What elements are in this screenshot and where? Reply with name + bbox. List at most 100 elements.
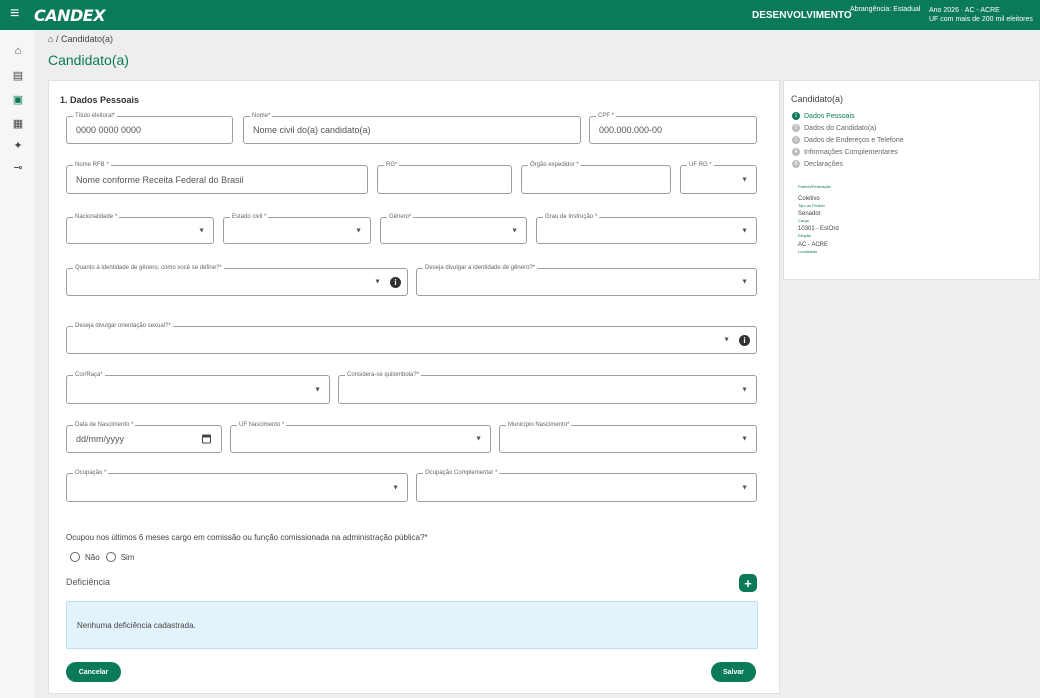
step-label: Informações Complementares xyxy=(804,148,898,156)
chevron-down-icon: ▼ xyxy=(741,227,748,234)
coletivo-value: Coletivo xyxy=(798,196,820,202)
printer-icon[interactable]: ▦ xyxy=(11,116,25,130)
ocupacao-complementar-select[interactable]: Ocupação Complementar * ▼ xyxy=(416,469,757,502)
ocupacao-select[interactable]: Ocupação * ▼ xyxy=(66,469,408,502)
municipio-nascimento-select[interactable]: Município Nascimento* ▼ xyxy=(499,421,757,453)
orientacao-sexual-select[interactable]: Deseja divulgar orientação sexual?* ▼ i xyxy=(66,322,757,354)
field-label: Considera-se quilombola?* xyxy=(345,371,422,379)
field-label: RG* xyxy=(384,161,400,169)
quilombola-select[interactable]: Considera-se quilombola?* ▼ xyxy=(338,371,757,404)
data-nascimento-field[interactable]: Data de Nascimento * dd/mm/yyyy xyxy=(66,421,222,453)
radio-sim[interactable] xyxy=(105,552,116,562)
estado-civil-select[interactable]: Estado civil * ▼ xyxy=(223,213,371,244)
deficiency-title: Deficiência xyxy=(66,577,111,587)
uf-rg-select[interactable]: UF RG * ▼ xyxy=(680,161,757,194)
rg-field[interactable]: RG* xyxy=(377,161,512,194)
calendar-icon[interactable] xyxy=(202,434,211,444)
field-label: Município Nascimento* xyxy=(506,421,572,429)
orgao-expedidor-field[interactable]: Órgão expedidor * xyxy=(521,161,671,194)
menu-icon[interactable]: ≡ xyxy=(10,6,19,22)
step-dados-candidato[interactable]: 2 Dados do Candidato(a) xyxy=(792,124,876,132)
chevron-down-icon: ▼ xyxy=(314,386,321,393)
page-title: Candidato(a) xyxy=(48,52,129,68)
add-deficiency-button[interactable]: + xyxy=(739,574,757,592)
key-icon[interactable]: ⊸ xyxy=(11,160,25,174)
step-enderecos-telefone[interactable]: 3 Dados de Endereços e Telefone xyxy=(792,136,904,144)
grau-instrucao-select[interactable]: Grau de Instrução * ▼ xyxy=(536,213,757,244)
breadcrumb-home-icon[interactable]: ⌂ xyxy=(48,34,53,44)
settings-group-icon[interactable]: ✦ xyxy=(11,138,25,152)
step-number: 2 xyxy=(792,124,800,132)
document-icon[interactable]: ▤ xyxy=(11,68,25,82)
chevron-down-icon: ▼ xyxy=(392,484,399,491)
nome-rfb-field[interactable]: Nome RFB * Nome conforme Receita Federal… xyxy=(66,161,368,194)
info-icon[interactable]: i xyxy=(390,277,401,288)
eleicao-label: Eleição xyxy=(798,233,812,238)
field-label: UF RG * xyxy=(687,161,714,169)
field-value: dd/mm/yyyy xyxy=(76,434,125,444)
field-label: Órgão expedidor * xyxy=(528,161,581,169)
field-value: Nome conforme Receita Federal do Brasil xyxy=(76,174,244,185)
identidade-genero-select[interactable]: Quanto à identidade de gênero, como você… xyxy=(66,264,408,296)
breadcrumb-separator: / xyxy=(55,34,59,44)
field-value: 000.000.000-00 xyxy=(599,125,663,135)
field-value: 0000 0000 0000 xyxy=(76,125,142,135)
cpf-field[interactable]: CPF * 000.000.000-00 xyxy=(589,112,757,144)
step-number: 5 xyxy=(792,160,800,168)
step-label: Dados de Endereços e Telefone xyxy=(804,136,904,144)
field-label: Deseja divulgar orientação sexual?* xyxy=(73,322,173,330)
field-label: Estado civil * xyxy=(230,213,269,221)
chevron-down-icon: ▼ xyxy=(511,227,518,234)
scope-label: Abrangência: Estadual xyxy=(850,6,921,13)
nacionalidade-select[interactable]: Nacionalidade * ▼ xyxy=(66,213,214,244)
breadcrumb: ⌂ / Candidato(a) xyxy=(48,34,113,44)
step-label: Dados do Candidato(a) xyxy=(804,124,877,132)
divulgar-genero-select[interactable]: Deseja divulgar a identidade de gênero?*… xyxy=(416,264,757,296)
localidade-value: AC - ACRE xyxy=(798,242,829,248)
info-icon[interactable]: i xyxy=(739,335,750,346)
radio-nao-label[interactable]: Não xyxy=(85,553,100,562)
cor-raca-select[interactable]: Cor/Raça* ▼ xyxy=(66,371,330,404)
nome-field[interactable]: Nome* Nome civil do(a) candidato(a) xyxy=(243,112,581,144)
field-label: Grau de Instrução * xyxy=(543,213,600,221)
environment-label: DESENVOLVIMENTO xyxy=(752,10,852,21)
localidade-label: Localidade xyxy=(798,249,818,254)
titulo-eleitoral-field[interactable]: Título eleitoral* 0000 0000 0000 xyxy=(66,112,233,144)
chevron-down-icon: ▼ xyxy=(741,176,748,183)
field-label: CPF * xyxy=(596,112,617,120)
radio-sim-label[interactable]: Sim xyxy=(121,553,135,562)
briefcase-icon[interactable]: ▣ xyxy=(11,92,25,106)
step-label: Declarações xyxy=(804,160,843,168)
summary-card xyxy=(783,80,1040,280)
deficiency-empty-text: Nenhuma deficiência cadastrada. xyxy=(77,621,196,630)
chevron-down-icon: ▼ xyxy=(741,278,748,286)
field-label: Nome* xyxy=(250,112,273,120)
field-label: Quanto à identidade de gênero, como você… xyxy=(73,264,224,272)
chevron-down-icon: ▼ xyxy=(355,227,362,234)
cargo-comissao-question: Ocupou nos últimos 6 meses cargo em comi… xyxy=(66,533,428,542)
field-label: UF Nascimento * xyxy=(237,421,287,429)
tipo-pedido-label: Tipo do Pedido xyxy=(798,203,825,208)
chevron-down-icon: ▼ xyxy=(723,336,730,344)
save-button[interactable]: Salvar xyxy=(711,662,756,682)
chevron-down-icon: ▼ xyxy=(475,435,482,443)
field-label: Data de Nascimento * xyxy=(73,421,136,429)
section-title: 1. Dados Pessoais xyxy=(60,95,140,105)
step-number: 3 xyxy=(792,136,800,144)
field-label: Nacionalidade * xyxy=(73,213,120,221)
home-icon[interactable]: ⌂ xyxy=(11,44,25,58)
field-value: Nome civil do(a) candidato(a) xyxy=(253,125,371,135)
election-year: Ano 2026 · AC - ACRE xyxy=(929,7,1000,14)
cargo-comissao-radio-group: Não Sim xyxy=(70,552,140,562)
chevron-down-icon: ▼ xyxy=(374,278,381,286)
step-declaracoes[interactable]: 5 Declarações xyxy=(792,160,843,168)
step-informacoes-complementares[interactable]: 4 Informações Complementares xyxy=(792,148,898,156)
field-label: Ocupação * xyxy=(73,469,109,477)
cargo-label: Cargo xyxy=(798,218,809,223)
genero-select[interactable]: Gênero* ▼ xyxy=(380,213,527,244)
cancel-button[interactable]: Cancelar xyxy=(66,662,121,682)
step-dados-pessoais[interactable]: 1 Dados Pessoais xyxy=(792,112,855,120)
partido-label: Partido/Federação xyxy=(798,184,831,189)
uf-nascimento-select[interactable]: UF Nascimento * ▼ xyxy=(230,421,491,453)
radio-nao[interactable] xyxy=(70,552,80,562)
